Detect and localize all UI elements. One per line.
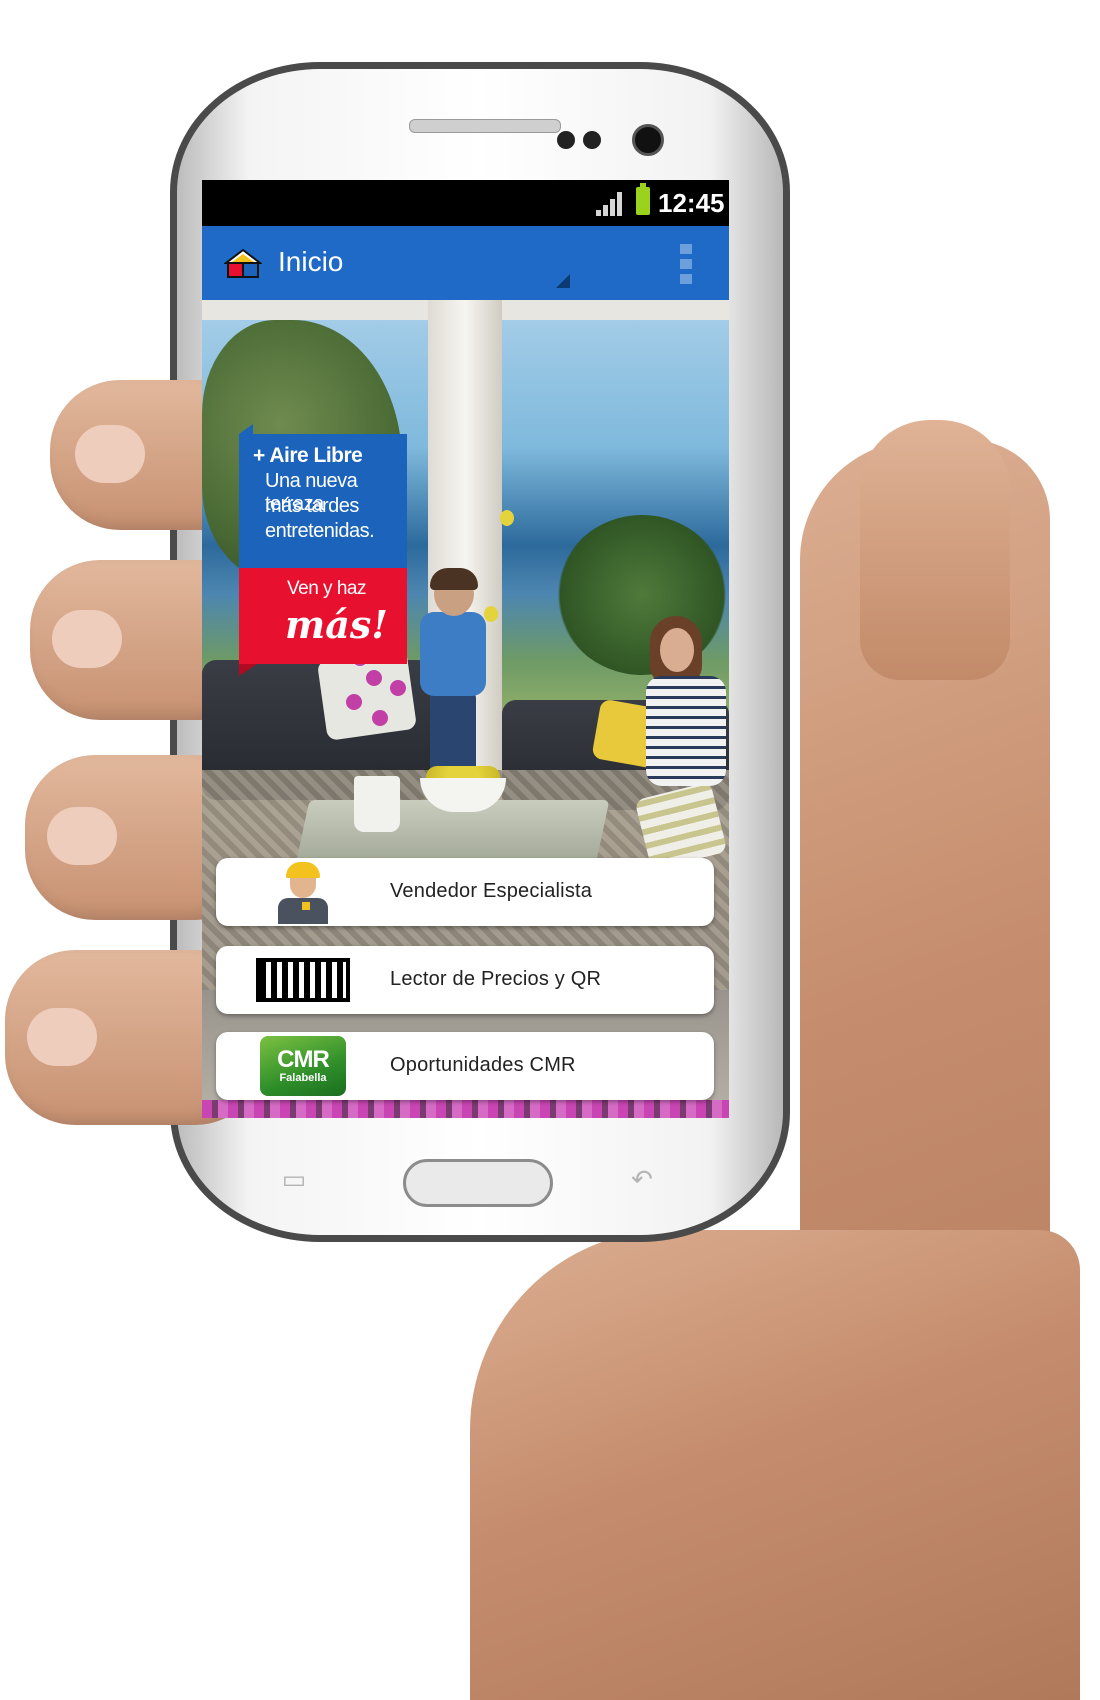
vendedor-especialista-button[interactable]: Vendedor Especialista	[216, 858, 714, 926]
cmr-falabella-icon: CMR Falabella	[260, 1036, 346, 1096]
light-sensor	[583, 131, 601, 149]
oportunidades-cmr-button[interactable]: CMR Falabella Oportunidades CMR	[216, 1032, 714, 1100]
menu-label: Lector de Precios y QR	[390, 968, 602, 990]
page-title: Inicio	[278, 246, 344, 277]
app-bar: Inicio	[202, 226, 729, 300]
promo-label[interactable]: + Aire Libre Una nueva terraza más tarde…	[239, 424, 407, 568]
promo-cta-big: más!	[285, 602, 388, 647]
lemon	[500, 510, 514, 526]
promo-title: + Aire Libre	[253, 444, 363, 467]
phone-screen: 12:45 Inicio + Aire Libre Una nueva terr…	[202, 180, 729, 1118]
flowers-foreground	[202, 1100, 729, 1118]
boy-figure	[416, 568, 490, 772]
earpiece-speaker	[409, 119, 561, 133]
hand-wrist	[470, 1230, 1080, 1700]
front-camera-icon	[632, 124, 664, 156]
back-key-icon[interactable]: ↶	[622, 1164, 662, 1194]
promo-cta-banner[interactable]: Ven y haz más!	[239, 568, 407, 676]
overflow-menu-icon[interactable]	[680, 244, 692, 284]
menu-label: Oportunidades CMR	[390, 1054, 576, 1076]
home-button[interactable]	[403, 1159, 553, 1207]
promo-line: entretenidas.	[265, 520, 375, 542]
fingernail	[75, 425, 145, 483]
signal-icon	[596, 192, 622, 216]
cmr-logo-text: CMR	[277, 1046, 330, 1073]
woman-figure	[640, 616, 729, 806]
cmr-logo-subtext: Falabella	[279, 1072, 327, 1084]
status-time: 12:45	[658, 188, 725, 218]
worker-icon	[276, 862, 330, 924]
barcode-icon	[256, 958, 350, 1002]
status-bar: 12:45	[202, 180, 729, 226]
menu-key-icon[interactable]: ▭	[274, 1164, 314, 1194]
fingernail	[52, 610, 122, 668]
battery-icon	[636, 183, 650, 215]
proximity-sensor	[557, 131, 575, 149]
fingernail	[47, 807, 117, 865]
hand-thumb	[860, 420, 1010, 680]
lector-precios-qr-button[interactable]: Lector de Precios y QR	[216, 946, 714, 1014]
flower-pot	[354, 776, 400, 832]
lemon	[484, 606, 498, 622]
menu-label: Vendedor Especialista	[390, 880, 593, 902]
promo-line: más tardes	[265, 495, 359, 517]
house-logo-icon[interactable]	[224, 248, 262, 280]
fingernail	[27, 1008, 97, 1066]
spinner-indicator-icon[interactable]	[556, 274, 570, 288]
promo-cta-small: Ven y haz	[287, 578, 366, 599]
